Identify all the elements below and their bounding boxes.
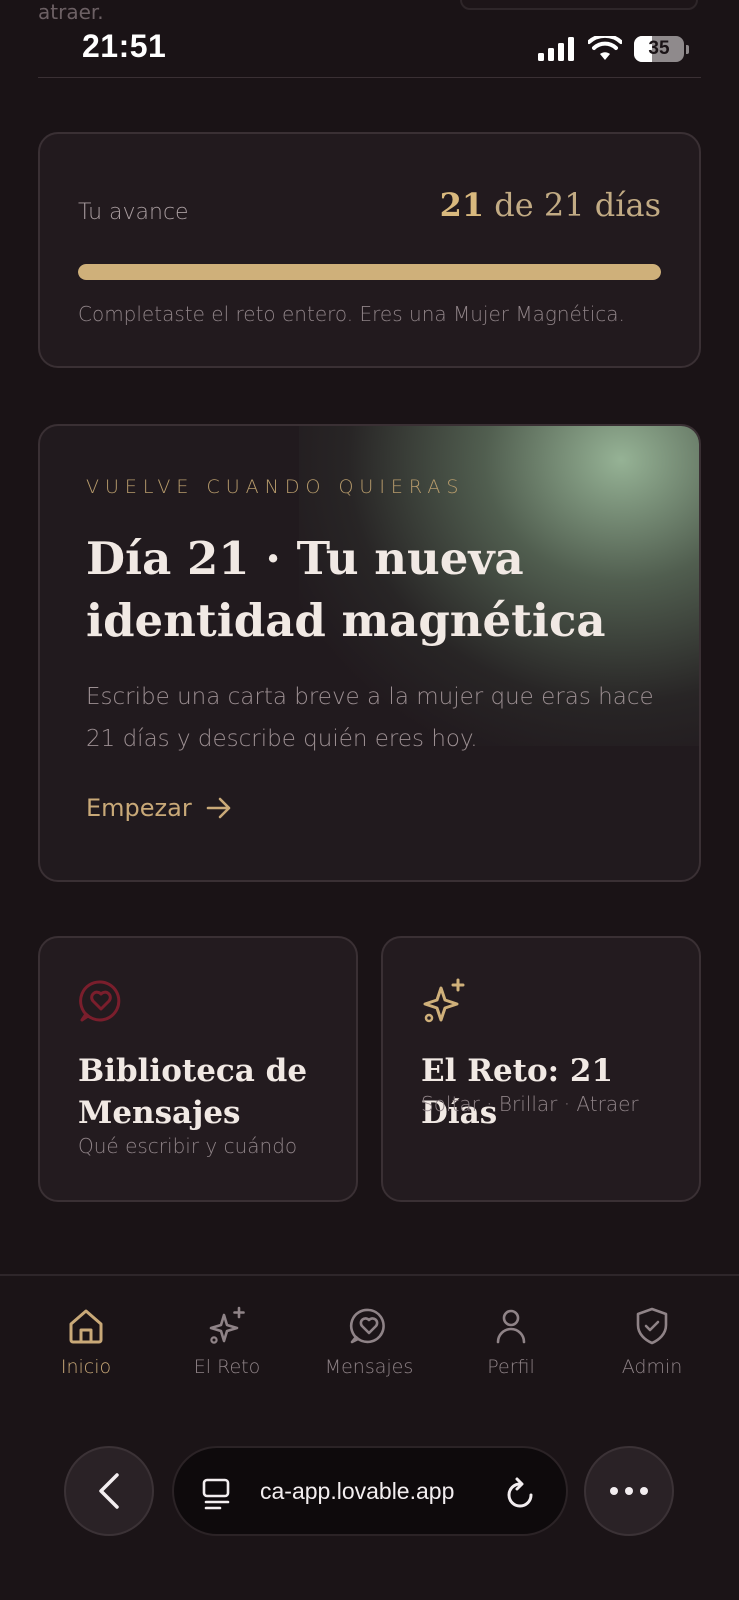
heart-chat-icon	[349, 1308, 385, 1344]
progress-message: Completaste el reto entero. Eres una Muj…	[78, 302, 625, 326]
previous-content-box	[460, 0, 698, 10]
browser-more-button[interactable]	[584, 1446, 674, 1536]
start-label: Empezar	[86, 794, 192, 822]
signal-icon	[538, 37, 574, 61]
progress-bar-fill	[78, 264, 661, 280]
url-text: ca-app.lovable.app	[260, 1478, 455, 1504]
progress-count: 21 de 21 días	[440, 186, 661, 224]
nav-label: Mensajes	[324, 1356, 414, 1378]
progress-bar	[78, 264, 661, 280]
browser-back-button[interactable]	[64, 1446, 154, 1536]
header-divider	[38, 77, 701, 78]
nav-label: Inicio	[60, 1356, 112, 1378]
progress-card: Tu avance 21 de 21 días Completaste el r…	[38, 132, 701, 368]
card-title: Biblioteca de Mensajes	[78, 1053, 308, 1131]
url-bar[interactable]: ca-app.lovable.app	[172, 1446, 568, 1536]
progress-total: de 21 días	[484, 186, 661, 224]
sparkles-icon	[209, 1306, 245, 1344]
chevron-left-icon	[99, 1473, 119, 1509]
card-challenge[interactable]: El Reto: 21 Días Soltar · Brillar · Atra…	[381, 936, 701, 1202]
nav-label: El Reto	[193, 1356, 261, 1378]
nav-el-reto[interactable]: El Reto	[167, 1306, 287, 1378]
nav-admin[interactable]: Admin	[592, 1306, 712, 1378]
reload-icon[interactable]	[504, 1476, 536, 1510]
day-card[interactable]: VUELVE CUANDO QUIERAS Día 21 · Tu nueva …	[38, 424, 701, 882]
day-description: Escribe una carta breve a la mujer que e…	[86, 684, 654, 752]
bottom-nav: Inicio El Reto Mensajes Perfil Admin	[0, 1276, 739, 1600]
day-title: Día 21 · Tu nueva identidad magnética	[86, 532, 606, 647]
previous-content-text: atraer.	[38, 0, 104, 24]
card-subtitle: Qué escribir y cuándo	[78, 1134, 298, 1158]
battery-level: 35	[648, 38, 670, 59]
sparkles-icon	[423, 978, 465, 1023]
status-time: 21:51	[82, 28, 167, 64]
more-horizontal-icon	[610, 1487, 648, 1495]
heart-chat-icon	[79, 980, 121, 1022]
status-icons: 35	[538, 34, 689, 64]
nav-label: Perfil	[487, 1356, 535, 1378]
progress-label: Tu avance	[78, 200, 189, 225]
shield-check-icon	[636, 1307, 668, 1345]
nav-perfil[interactable]: Perfil	[451, 1306, 571, 1378]
nav-inicio[interactable]: Inicio	[26, 1306, 146, 1378]
home-icon	[69, 1309, 103, 1344]
reader-icon[interactable]	[202, 1478, 232, 1510]
nav-label: Admin	[621, 1356, 683, 1378]
user-icon	[496, 1309, 526, 1344]
card-message-library[interactable]: Biblioteca de Mensajes Qué escribir y cu…	[38, 936, 358, 1202]
start-button[interactable]: Empezar	[86, 794, 232, 822]
battery-icon: 35	[634, 36, 684, 62]
battery-tip	[686, 44, 689, 54]
progress-current: 21	[439, 186, 485, 224]
nav-mensajes[interactable]: Mensajes	[309, 1306, 429, 1378]
arrow-right-icon	[206, 797, 231, 819]
day-eyebrow: VUELVE CUANDO QUIERAS	[86, 476, 465, 498]
wifi-icon	[588, 36, 622, 60]
card-subtitle: Soltar · Brillar · Atraer	[421, 1092, 639, 1116]
